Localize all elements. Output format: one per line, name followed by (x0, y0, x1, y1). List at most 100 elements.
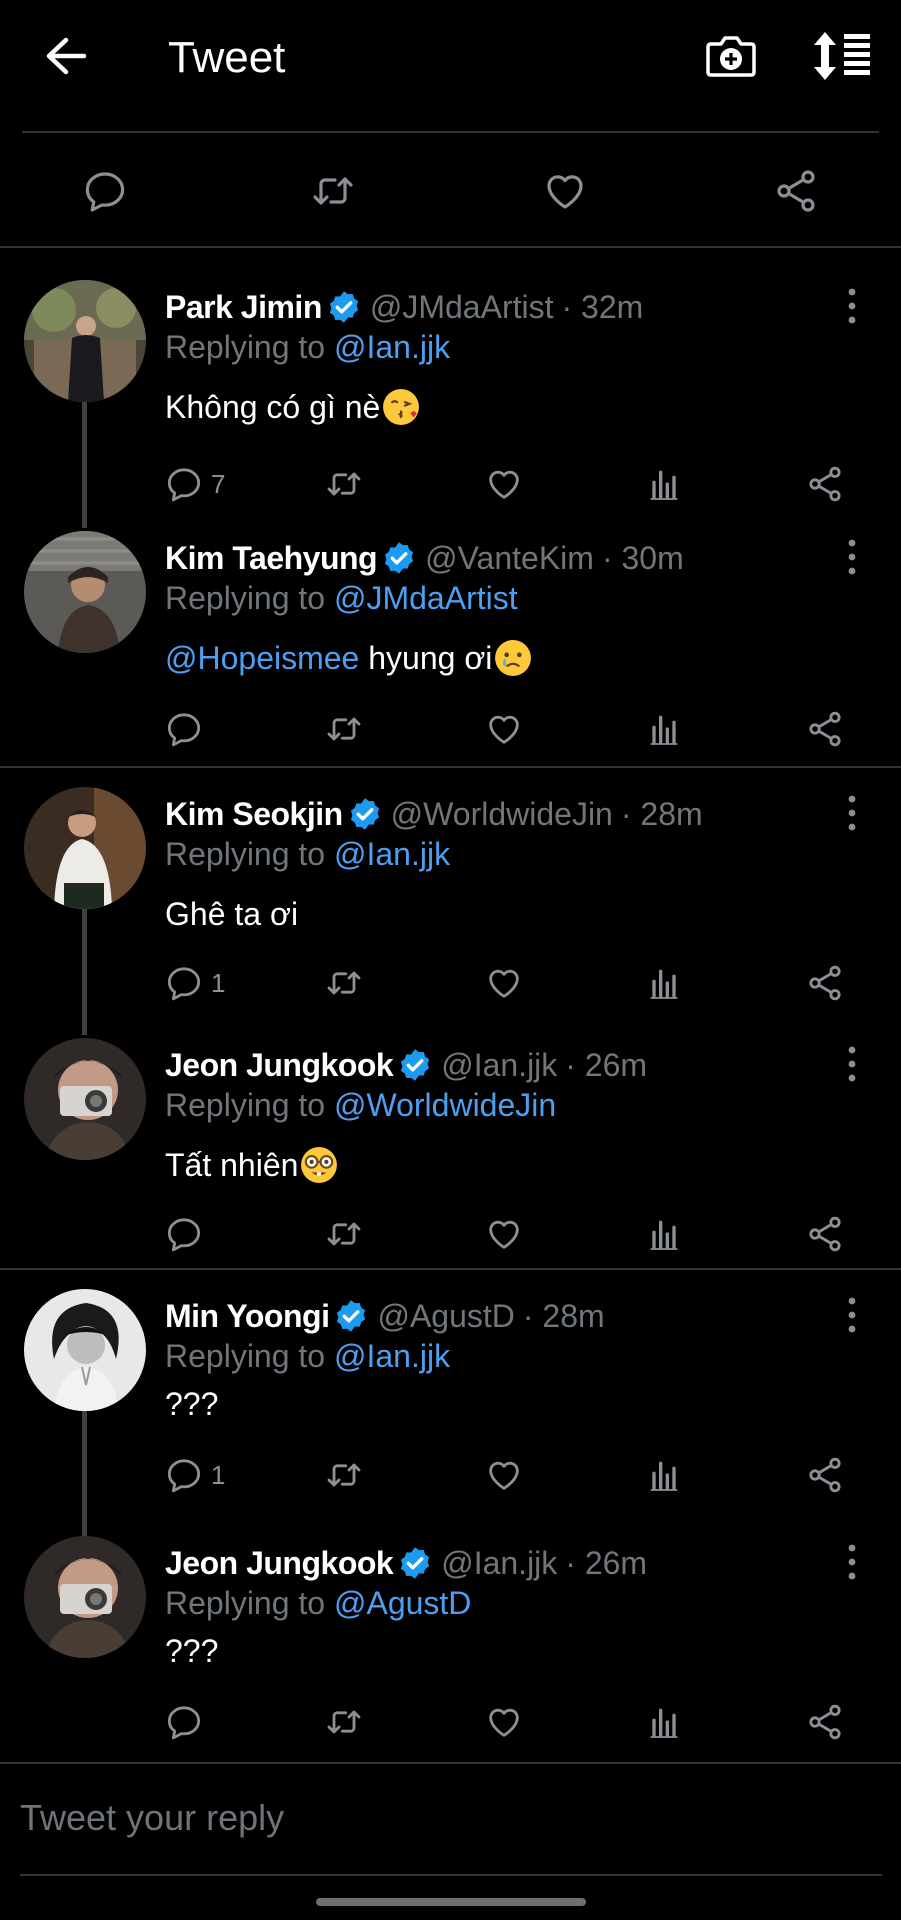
like-icon[interactable] (484, 963, 524, 1003)
page-title: Tweet (168, 33, 286, 82)
top-bar: Tweet (0, 0, 901, 132)
reply-tweet[interactable]: Min Yoongi @AgustD · 28m Replying to @Ia… (0, 1289, 901, 1537)
more-options-icon[interactable] (840, 1044, 864, 1084)
verified-badge-icon (397, 1545, 433, 1581)
avatar[interactable] (24, 531, 146, 653)
share-icon[interactable] (772, 167, 820, 215)
retweet-icon[interactable] (324, 709, 364, 749)
display-name[interactable]: Kim Seokjin (165, 791, 343, 837)
analytics-icon[interactable] (644, 963, 684, 1003)
replying-to-link[interactable]: @WorldwideJin (334, 1087, 556, 1123)
display-name[interactable]: Min Yoongi (165, 1293, 330, 1339)
more-options-icon[interactable] (840, 1542, 864, 1582)
handle[interactable]: @AgustD (377, 1293, 514, 1339)
share-icon[interactable] (805, 1214, 845, 1254)
avatar[interactable] (24, 1289, 146, 1411)
tweet-text: Ghê ta ơi (165, 891, 298, 937)
reply-composer-input[interactable]: Tweet your reply (20, 1792, 284, 1844)
divider (0, 246, 901, 248)
retweet-icon[interactable] (324, 1455, 364, 1495)
reply-icon[interactable] (164, 709, 204, 749)
like-icon[interactable] (484, 464, 524, 504)
reply-icon[interactable] (164, 1455, 204, 1495)
replying-to-link[interactable]: @JMdaArtist (334, 580, 518, 616)
retweet-icon[interactable] (324, 1702, 364, 1742)
handle[interactable]: @WorldwideJin (391, 791, 613, 837)
main-tweet-actions (0, 133, 901, 246)
reply-tweet[interactable]: Kim Taehyung @VanteKim · 30m Replying to… (0, 531, 901, 761)
reply-tweet[interactable]: Jeon Jungkook @Ian.jjk · 26m Replying to… (0, 1038, 901, 1268)
retweet-icon[interactable] (324, 963, 364, 1003)
like-icon[interactable] (541, 167, 589, 215)
handle[interactable]: @Ian.jjk (441, 1540, 557, 1586)
share-icon[interactable] (805, 1702, 845, 1742)
tweet-body: Ghê ta ơi (165, 896, 299, 932)
reply-icon[interactable] (81, 167, 129, 215)
timestamp: · 26m (565, 1545, 648, 1581)
handle[interactable]: @VanteKim (425, 535, 594, 581)
divider (0, 766, 901, 768)
analytics-icon[interactable] (644, 1702, 684, 1742)
avatar[interactable] (24, 1536, 146, 1658)
avatar[interactable] (24, 280, 146, 402)
share-icon[interactable] (805, 464, 845, 504)
tweet-text: @Hopeismee hyung ơi (165, 635, 532, 681)
back-arrow-icon[interactable] (40, 30, 92, 82)
more-options-icon[interactable] (840, 793, 864, 833)
replying-to-link[interactable]: @Ian.jjk (334, 836, 450, 872)
display-name[interactable]: Kim Taehyung (165, 535, 378, 581)
retweet-icon[interactable] (324, 1214, 364, 1254)
more-options-icon[interactable] (840, 1295, 864, 1335)
tweet-body: Tất nhiên (165, 1147, 299, 1183)
reply-icon[interactable] (164, 1214, 204, 1254)
divider (20, 1874, 882, 1876)
display-name[interactable]: Jeon Jungkook (165, 1042, 394, 1088)
more-options-icon[interactable] (840, 286, 864, 326)
analytics-icon[interactable] (644, 464, 684, 504)
replying-to-link[interactable]: @Ian.jjk (334, 1338, 450, 1374)
share-icon[interactable] (805, 963, 845, 1003)
verified-badge-icon (333, 1298, 369, 1334)
sort-icon[interactable] (812, 28, 874, 84)
retweet-icon[interactable] (324, 464, 364, 504)
share-icon[interactable] (805, 1455, 845, 1495)
camera-add-icon[interactable] (703, 28, 759, 84)
like-icon[interactable] (484, 1455, 524, 1495)
analytics-icon[interactable] (644, 1214, 684, 1254)
avatar[interactable] (24, 787, 146, 909)
mention-link[interactable]: @Hopeismee (165, 635, 359, 681)
tweet-body: hyung ơi (359, 640, 493, 676)
reply-tweet[interactable]: Jeon Jungkook @Ian.jjk · 26m Replying to… (0, 1536, 901, 1766)
replying-to-link[interactable]: @AgustD (334, 1585, 471, 1621)
handle[interactable]: @Ian.jjk (441, 1042, 557, 1088)
tweet-actions: 1 (0, 1455, 901, 1503)
reply-tweet[interactable]: Kim Seokjin @WorldwideJin · 28m Replying… (0, 787, 901, 1035)
replying-label: Replying to (165, 1338, 334, 1374)
replying-label: Replying to (165, 329, 334, 365)
reply-icon[interactable] (164, 464, 204, 504)
replying-to-link[interactable]: @Ian.jjk (334, 329, 450, 365)
handle[interactable]: @JMdaArtist (370, 284, 554, 330)
reply-icon[interactable] (164, 1702, 204, 1742)
divider (0, 1762, 901, 1764)
tweet-actions (0, 709, 901, 757)
reply-icon[interactable] (164, 963, 204, 1003)
like-icon[interactable] (484, 1702, 524, 1742)
avatar[interactable] (24, 1038, 146, 1160)
display-name[interactable]: Jeon Jungkook (165, 1540, 394, 1586)
like-icon[interactable] (484, 1214, 524, 1254)
tweet-actions (0, 1702, 901, 1750)
analytics-icon[interactable] (644, 1455, 684, 1495)
display-name[interactable]: Park Jimin (165, 284, 322, 330)
home-indicator[interactable] (316, 1898, 586, 1906)
reply-count: 7 (211, 469, 226, 499)
timestamp: · 30m (601, 540, 684, 576)
retweet-icon[interactable] (309, 167, 357, 215)
reply-tweet[interactable]: Park Jimin @JMdaArtist · 32m Replying to… (0, 280, 901, 528)
more-options-icon[interactable] (840, 537, 864, 577)
reply-count: 1 (211, 1460, 226, 1490)
tweet-body: ??? (165, 1386, 219, 1422)
share-icon[interactable] (805, 709, 845, 749)
analytics-icon[interactable] (644, 709, 684, 749)
like-icon[interactable] (484, 709, 524, 749)
